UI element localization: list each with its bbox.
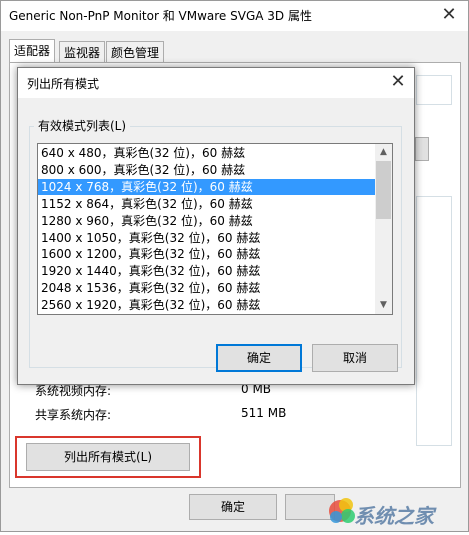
adapter-info-frame [416, 75, 452, 105]
window-titlebar[interactable]: Generic Non-PnP Monitor 和 VMware SVGA 3D… [1, 1, 468, 31]
mode-list-item[interactable]: 640 x 480，真彩色(32 位)，60 赫兹 [38, 145, 377, 161]
mode-list-item[interactable]: 1400 x 1050，真彩色(32 位)，60 赫兹 [38, 230, 377, 246]
scroll-thumb[interactable] [376, 161, 391, 219]
mode-list-item[interactable]: 1024 x 768，真彩色(32 位)，60 赫兹 [38, 178, 377, 195]
mode-list-item[interactable]: 1152 x 864，真彩色(32 位)，60 赫兹 [38, 196, 377, 212]
mode-list-item[interactable]: 1600 x 1200，真彩色(32 位)，60 赫兹 [38, 246, 377, 262]
mode-list-item[interactable]: 1920 x 1440，真彩色(32 位)，60 赫兹 [38, 263, 377, 279]
modes-scrollbar[interactable]: ▲ ▼ [375, 144, 392, 314]
modes-group-label: 有效模式列表(L) [34, 117, 131, 134]
tab-adapter[interactable]: 适配器 [9, 39, 56, 63]
mode-list-item[interactable]: 800 x 600，真彩色(32 位)，60 赫兹 [38, 162, 377, 178]
adapter-details-frame [416, 196, 452, 446]
window-close-icon[interactable]: ✕ [437, 5, 461, 27]
shared-system-memory-label: 共享系统内存: [35, 408, 112, 422]
adapter-properties-button[interactable] [415, 137, 429, 161]
outer-ok-button[interactable]: 确定 [189, 494, 277, 520]
mode-list-item[interactable]: 1280 x 960，真彩色(32 位)，60 赫兹 [38, 213, 377, 229]
tab-monitor[interactable]: 监视器 [59, 41, 106, 62]
highlight-annotation [15, 436, 201, 478]
dialog-title: 列出所有模式 [27, 77, 100, 91]
scroll-down-icon[interactable]: ▼ [375, 297, 392, 314]
dialog-ok-button[interactable]: 确定 [216, 344, 302, 372]
scroll-up-icon[interactable]: ▲ [375, 144, 392, 161]
list-all-modes-dialog: 列出所有模式 ✕ 有效模式列表(L) 640 x 480，真彩色(32 位)，6… [17, 67, 415, 385]
dialog-close-icon[interactable]: ✕ [386, 72, 410, 94]
window-title: Generic Non-PnP Monitor 和 VMware SVGA 3D… [9, 9, 312, 23]
dialog-titlebar[interactable]: 列出所有模式 ✕ [18, 68, 414, 98]
mode-list-item[interactable]: 2048 x 1536，真彩色(32 位)，60 赫兹 [38, 280, 377, 296]
valid-modes-listbox[interactable]: 640 x 480，真彩色(32 位)，60 赫兹 800 x 600，真彩色(3… [37, 143, 393, 315]
shared-system-memory-value: 511 MB [241, 406, 287, 420]
dialog-cancel-button[interactable]: 取消 [312, 344, 398, 372]
tab-color-management[interactable]: 颜色管理 [106, 41, 165, 62]
mode-list-item[interactable]: 2560 x 1920，真彩色(32 位)，60 赫兹 [38, 297, 377, 313]
watermark-text: 系统之家 [354, 504, 434, 528]
